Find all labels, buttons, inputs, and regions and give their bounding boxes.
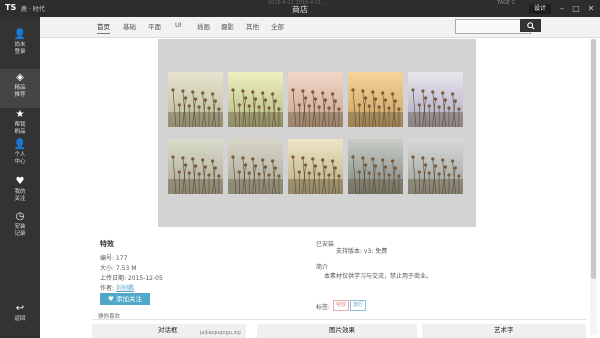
user-icon: 👤	[13, 139, 27, 150]
flower-thumbnail	[348, 139, 403, 194]
author-link[interactable]: 刘创鹏	[116, 285, 134, 292]
item-id: 编号: 177	[100, 255, 128, 262]
tags-label: 标签:	[316, 304, 331, 311]
sidebar-item-label: 帮我	[14, 122, 26, 128]
item-author-row: 作者: 刘创鹏	[100, 283, 134, 292]
tag-popular[interactable]: 流行	[350, 300, 367, 311]
follow-button[interactable]: ♥ 添加关注	[100, 293, 150, 305]
install-status: 已安装	[316, 241, 335, 248]
nav-item-photography[interactable]: 摄影	[221, 21, 234, 31]
item-upload-date: 上传日期: 2015-12-05	[100, 275, 163, 282]
sidebar-item-label: 登录	[14, 49, 26, 55]
sidebar-item-label: 刷品	[14, 129, 26, 135]
back-icon: ↩	[15, 303, 25, 314]
sidebar-back-label: 返回	[14, 316, 26, 322]
sidebar-item-label: 尚未	[14, 42, 26, 48]
item-name: 特效	[100, 240, 114, 248]
heart-icon: ♥	[15, 176, 25, 187]
ghost-file-text: jaijiaojuqngu.zip	[200, 330, 241, 336]
nav-item-basic[interactable]: 基础	[123, 21, 136, 31]
main-content: 首页 基础 平面 UI 插画 摄影 其他 全部 特效 编号: 177 大小: 7…	[40, 17, 600, 338]
intro-text: 本素材仅供学习与交流，禁止用于商业。	[324, 273, 433, 280]
preview-image	[158, 39, 476, 227]
flower-thumbnail	[288, 72, 343, 127]
flower-thumbnail	[168, 72, 223, 127]
nav-item-home[interactable]: 首页	[97, 21, 110, 34]
related-item-label: 艺术字	[494, 326, 514, 334]
sidebar-item-label: 记录	[14, 231, 26, 237]
support-version: 支持版本: v3: 免费	[336, 248, 388, 255]
sidebar-item-label: 我的	[14, 189, 26, 195]
nav-item-illustration[interactable]: 插画	[197, 21, 210, 31]
sidebar-item-following[interactable]: ♥ 我的 关注	[0, 176, 40, 212]
nav-item-all[interactable]: 全部	[271, 21, 284, 31]
sidebar-item-label: 安装	[14, 224, 26, 230]
sidebar-item-label: 中心	[14, 159, 26, 165]
sidebar-item-label: 精品	[14, 85, 26, 91]
sidebar: 👤 尚未 登录 ◈ 精品 推荐 ★ 帮我 刷品 👤 个人 中心 ♥ 我的 关注 …	[0, 17, 40, 338]
sidebar-item-label: 关注	[14, 196, 26, 202]
sidebar-item-profile[interactable]: 👤 个人 中心	[0, 139, 40, 175]
flower-thumbnail	[288, 139, 343, 194]
author-prefix: 作者:	[100, 285, 115, 292]
minimize-button[interactable]: –	[556, 3, 568, 14]
search-icon	[526, 22, 535, 30]
diamond-icon: ◈	[16, 72, 24, 83]
flower-thumbnail	[228, 139, 283, 194]
divider	[92, 319, 586, 320]
sidebar-item-featured[interactable]: ◈ 精品 推荐	[0, 69, 40, 108]
follow-label: 添加关注	[115, 295, 142, 303]
flower-thumbnail	[168, 139, 223, 194]
ghost-title-text: TAGE 2	[497, 0, 515, 6]
flower-thumbnail	[228, 72, 283, 127]
flower-thumbnail	[408, 139, 463, 194]
scrollbar-thumb[interactable]	[591, 39, 596, 279]
heart-icon: ♥	[108, 295, 114, 303]
close-button[interactable]: ✕	[585, 3, 597, 14]
related-item-label: 对话框	[158, 326, 178, 334]
flower-thumbnail	[348, 72, 403, 127]
sidebar-item-label: 个人	[14, 152, 26, 158]
search-button[interactable]	[520, 19, 541, 32]
title-bar: TS 鹿 · 时代 2016-4-11 2016-4-11... 商店 TAGE…	[0, 0, 600, 17]
sidebar-item-login[interactable]: 👤 尚未 登录	[0, 29, 40, 65]
clock-icon: ◷	[15, 211, 25, 222]
user-icon: 👤	[13, 29, 27, 40]
sidebar-item-install-history[interactable]: ◷ 安装 记录	[0, 211, 40, 247]
sidebar-back-button[interactable]: ↩ 返回	[0, 303, 40, 327]
tag-effect[interactable]: 特效	[333, 300, 350, 311]
related-item-label: 图片效果	[329, 326, 355, 334]
settings-button[interactable]: 设计	[529, 4, 551, 14]
flower-thumbnail	[408, 72, 463, 127]
nav-item-other[interactable]: 其他	[246, 21, 259, 31]
vertical-scrollbar[interactable]	[590, 39, 597, 335]
nav-item-ui[interactable]: UI	[175, 21, 182, 29]
intro-title: 简介	[316, 264, 329, 271]
category-nav: 首页 基础 平面 UI 插画 摄影 其他 全部	[40, 17, 600, 38]
star-icon: ★	[15, 109, 25, 120]
item-size: 大小: 7.53 M	[100, 265, 137, 272]
related-items: 对话框 图片效果 艺术字	[92, 324, 586, 338]
sidebar-item-label: 推荐	[14, 92, 26, 98]
nav-item-graphic[interactable]: 平面	[148, 21, 161, 31]
related-item-art-text[interactable]: 艺术字	[422, 324, 586, 338]
maximize-button[interactable]: □	[570, 3, 582, 14]
related-item-image-effect[interactable]: 图片效果	[257, 324, 417, 338]
